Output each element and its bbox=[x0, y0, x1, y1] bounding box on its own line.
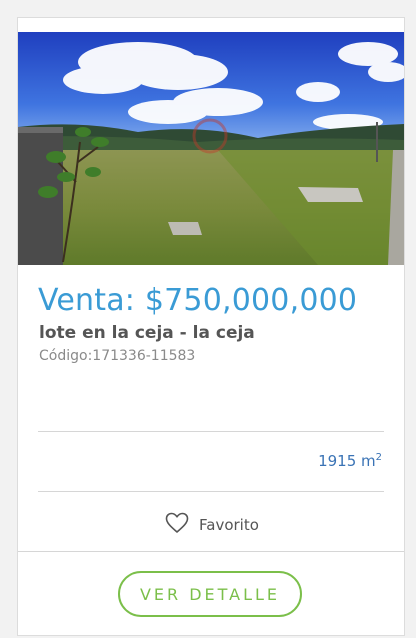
listing-title: lote en la ceja - la ceja bbox=[39, 323, 255, 343]
view-detail-button[interactable]: VER DETALLE bbox=[118, 571, 302, 617]
divider bbox=[18, 551, 404, 552]
listing-code: Código:171336-11583 bbox=[39, 348, 196, 364]
heart-outline-icon bbox=[165, 512, 189, 538]
area-value: 1915 m bbox=[318, 452, 376, 470]
favorite-label: Favorito bbox=[199, 516, 259, 534]
listing-price: Venta: $750,000,000 bbox=[38, 283, 358, 318]
divider bbox=[38, 431, 384, 432]
property-photo[interactable] bbox=[18, 32, 404, 265]
favorite-button[interactable]: Favorito bbox=[165, 512, 259, 538]
area-unit-exponent: 2 bbox=[375, 452, 382, 463]
listing-area: 1915 m2 bbox=[318, 452, 382, 470]
property-photo-image bbox=[18, 32, 404, 265]
divider bbox=[38, 491, 384, 492]
property-card: Venta: $750,000,000 lote en la ceja - la… bbox=[17, 17, 405, 636]
